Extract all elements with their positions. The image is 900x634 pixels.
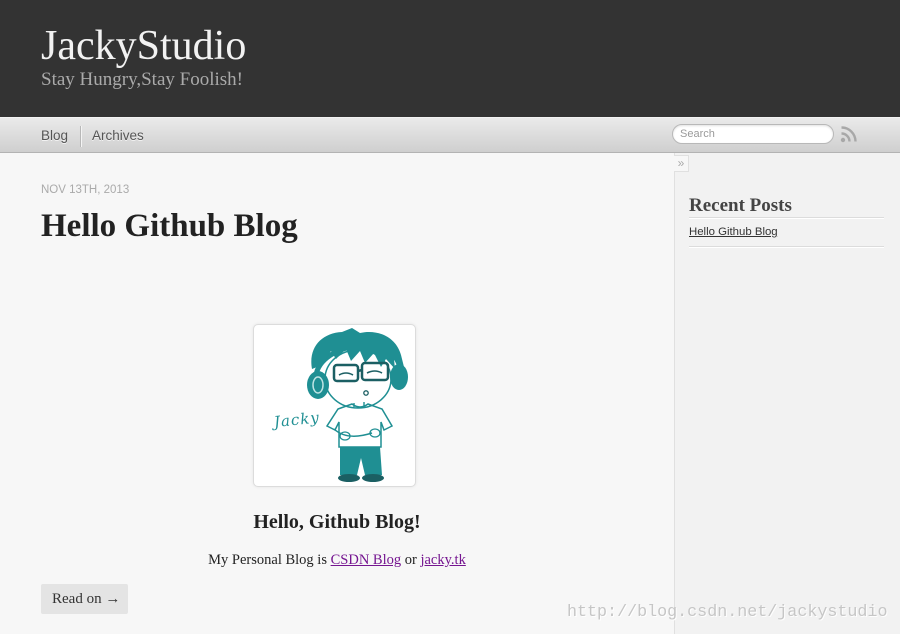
paragraph-text-between: or — [401, 552, 421, 568]
hair — [311, 328, 404, 369]
recent-posts-divider-bottom — [689, 246, 884, 248]
post-date: NOV 13TH, 2013 — [41, 184, 130, 196]
post-title-link[interactable]: Hello Github Blog — [41, 206, 298, 246]
nav-divider — [80, 126, 82, 147]
eye-right — [366, 370, 383, 374]
avatar-illustration: Jacky — [270, 328, 408, 482]
headphone-cup-left — [307, 371, 329, 399]
search-input[interactable] — [672, 124, 834, 144]
recent-posts-divider-top — [689, 217, 884, 219]
recent-posts-heading: Recent Posts — [689, 195, 792, 216]
site-subtitle: Stay Hungry,Stay Foolish! — [41, 69, 243, 90]
jeans — [340, 447, 382, 475]
nav-item-blog[interactable]: Blog — [41, 126, 68, 146]
csdn-blog-link[interactable]: CSDN Blog — [331, 552, 402, 568]
nav-item-archives[interactable]: Archives — [92, 126, 144, 146]
post-body-heading: Hello, Github Blog! — [253, 511, 421, 533]
rss-feed-link[interactable] — [840, 125, 858, 143]
rss-icon — [840, 126, 857, 143]
glasses-bridge — [357, 368, 363, 373]
shoe-left — [338, 474, 360, 482]
main-navigation: Blog Archives — [0, 117, 900, 153]
jacky-tk-link[interactable]: jacky.tk — [420, 552, 465, 568]
rss-icon-dot — [840, 137, 846, 143]
paragraph-text-prefix: My Personal Blog is — [208, 552, 331, 568]
t-shirt — [325, 403, 394, 448]
read-on-button[interactable]: Read on → — [41, 584, 128, 614]
eye-left — [338, 372, 354, 376]
shoe-right — [362, 474, 384, 482]
sidebar-toggle-button[interactable]: » — [674, 155, 689, 172]
post-paragraph: My Personal Blog is CSDN Blog or jacky.t… — [0, 550, 674, 570]
site-title-link[interactable]: JackyStudio — [41, 22, 246, 70]
post-image: Jacky — [253, 324, 416, 487]
mouth — [363, 390, 369, 396]
recent-post-link[interactable]: Hello Github Blog — [689, 225, 778, 239]
site-header: JackyStudio Stay Hungry,Stay Foolish! — [0, 0, 900, 117]
headphone-cup-right — [390, 364, 408, 390]
watermark-text: http://blog.csdn.net/jackystudio — [567, 603, 888, 622]
avatar-lettering: Jacky — [270, 408, 321, 431]
